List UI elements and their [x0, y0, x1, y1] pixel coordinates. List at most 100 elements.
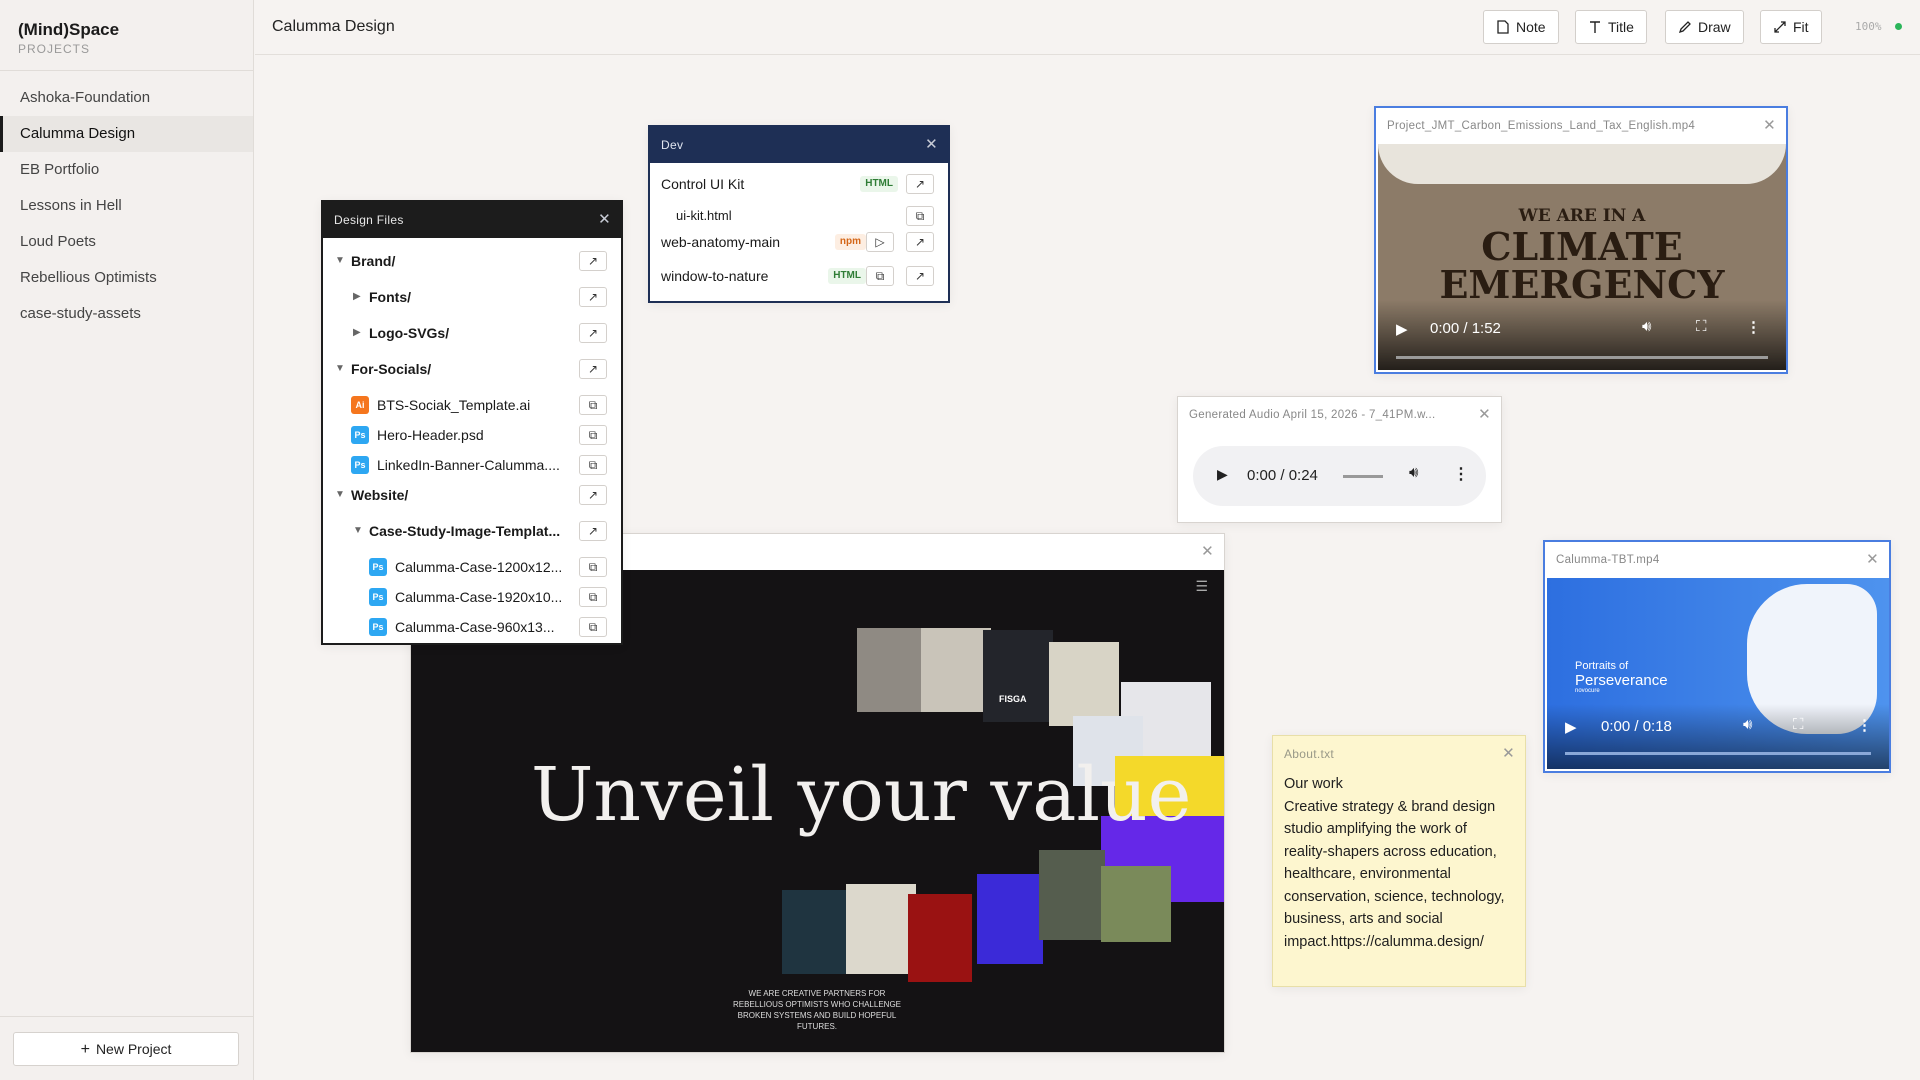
external-link-icon[interactable]: ⧉ [579, 617, 607, 637]
open-icon[interactable]: ↗ [906, 174, 934, 194]
open-folder-icon[interactable]: ↗ [579, 359, 607, 379]
chevron-down-icon[interactable]: ▼ [335, 354, 345, 384]
sidebar-item-project[interactable]: case-study-assets [0, 296, 253, 332]
dev-item[interactable]: web-anatomy-main npm ▷ ↗ [650, 227, 948, 257]
file-tree-item[interactable]: Ps Calumma-Case-1200x12... ⧉ [323, 552, 621, 582]
sidebar-item-project[interactable]: Ashoka-Foundation [0, 80, 253, 116]
external-link-icon[interactable]: ⧉ [906, 206, 934, 226]
external-link-icon[interactable]: ⧉ [579, 395, 607, 415]
file-tree-item[interactable]: ▶ Logo-SVGs/ ↗ [323, 318, 621, 348]
chevron-down-icon[interactable]: ▼ [353, 516, 363, 546]
zoom-level: 100% [1855, 20, 1882, 33]
video-time: 0:00 / 0:18 [1601, 718, 1672, 735]
file-tree-item[interactable]: ▼ Brand/ ↗ [323, 246, 621, 276]
climate-video-window[interactable]: Project_JMT_Carbon_Emissions_Land_Tax_En… [1374, 106, 1788, 374]
close-icon[interactable]: ✕ [925, 127, 938, 163]
sidebar-item-project[interactable]: Rebellious Optimists [0, 260, 253, 296]
collage-tile [1101, 866, 1171, 942]
fullscreen-icon[interactable]: ⛶ [1696, 318, 1707, 335]
sidebar-item-project[interactable]: EB Portfolio [0, 152, 253, 188]
play-icon[interactable]: ▶ [1396, 320, 1408, 338]
note-body[interactable]: Our work Creative strategy & brand desig… [1284, 773, 1514, 953]
fit-button[interactable]: Fit [1760, 10, 1822, 44]
file-tree-item[interactable]: Ai BTS-Sociak_Template.ai ⧉ [323, 390, 621, 420]
hamburger-icon[interactable]: ☰ [1195, 578, 1208, 595]
file-tree-item[interactable]: Ps Hero-Header.psd ⧉ [323, 420, 621, 450]
volume-icon[interactable]: 🔊︎ [1642, 318, 1651, 335]
file-tree-item[interactable]: Ps LinkedIn-Banner-Calumma.... ⧉ [323, 450, 621, 480]
chevron-right-icon[interactable]: ▶ [353, 282, 361, 312]
open-icon[interactable]: ↗ [906, 232, 934, 252]
video-text: novocure [1575, 688, 1600, 694]
open-folder-icon[interactable]: ↗ [579, 485, 607, 505]
play-icon[interactable]: ▷ [866, 232, 894, 252]
video-text: WE ARE IN A [1518, 206, 1646, 226]
close-icon[interactable]: ✕ [598, 202, 611, 238]
draw-button[interactable]: Draw [1665, 10, 1744, 44]
collage-tile [1039, 850, 1105, 940]
external-link-icon[interactable]: ⧉ [579, 455, 607, 475]
dev-item[interactable]: window-to-nature HTML ⧉ ↗ [650, 261, 948, 291]
file-tree-item[interactable]: ▼ For-Socials/ ↗ [323, 354, 621, 384]
close-icon[interactable]: ✕ [1763, 108, 1776, 144]
video-player[interactable]: WE ARE IN A CLIMATE EMERGENCY ▶ 0:00 / 1… [1378, 144, 1786, 370]
open-folder-icon[interactable]: ↗ [579, 251, 607, 271]
dev-item[interactable]: Control UI Kit HTML ↗ [650, 169, 948, 199]
more-icon[interactable]: ⋮ [1857, 716, 1872, 734]
file-tree-item[interactable]: ▼ Website/ ↗ [323, 480, 621, 510]
video-player[interactable]: Portraits of Perseverance novocure ▶ 0:0… [1547, 578, 1889, 769]
external-link-icon[interactable]: ⧉ [579, 557, 607, 577]
volume-icon[interactable]: 🔊︎ [1409, 464, 1418, 481]
file-tree-item[interactable]: ▼ Case-Study-Image-Templat... ↗ [323, 516, 621, 546]
close-icon[interactable]: ✕ [1866, 542, 1879, 578]
title-button[interactable]: Title [1575, 10, 1647, 44]
folder-label: Case-Study-Image-Templat... [369, 523, 561, 539]
collage-tile: FISGA [983, 630, 1053, 722]
dev-window[interactable]: Dev ✕ Control UI Kit HTML ↗ ui-kit.html ⧉ web-… [648, 125, 950, 303]
page-title: Calumma Design [272, 18, 395, 35]
chevron-down-icon[interactable]: ▼ [335, 480, 345, 510]
sidebar-item-project[interactable]: Loud Poets [0, 224, 253, 260]
sidebar-item-project[interactable]: Lessons in Hell [0, 188, 253, 224]
audio-progress[interactable] [1343, 475, 1383, 478]
progress-bar[interactable] [1396, 356, 1768, 359]
audio-window[interactable]: Generated Audio April 15, 2026 - 7_41PM.… [1177, 396, 1502, 523]
about-note-window[interactable]: About.txt ✕ Our work Creative strategy & … [1272, 735, 1526, 987]
note-button[interactable]: Note [1483, 10, 1559, 44]
file-tree-item[interactable]: Ps Calumma-Case-1920x10... ⧉ [323, 582, 621, 612]
audio-player[interactable]: ▶ 0:00 / 0:24 🔊︎ ⋮ [1193, 446, 1486, 506]
design-files-window[interactable]: Design Files ✕ ▼ Brand/ ↗ ▶ Fonts/ ↗ ▶ Logo-SVGs… [321, 200, 623, 645]
play-icon[interactable]: ▶ [1217, 466, 1228, 483]
close-icon[interactable]: ✕ [1502, 736, 1515, 772]
open-folder-icon[interactable]: ↗ [579, 521, 607, 541]
window-header: Project_JMT_Carbon_Emissions_Land_Tax_En… [1376, 108, 1786, 144]
sidebar-item-project[interactable]: Calumma Design [0, 116, 253, 152]
fullscreen-icon[interactable]: ⛶ [1793, 716, 1804, 733]
volume-icon[interactable]: 🔊︎ [1743, 716, 1752, 733]
collage-tile [857, 628, 927, 712]
folder-label: For-Socials/ [351, 361, 432, 377]
more-icon[interactable]: ⋮ [1746, 318, 1761, 336]
chevron-down-icon[interactable]: ▼ [335, 246, 345, 276]
external-link-icon[interactable]: ⧉ [579, 587, 607, 607]
external-link-icon[interactable]: ⧉ [579, 425, 607, 445]
file-tree-item[interactable]: Ps Calumma-Case-960x13... ⧉ [323, 612, 621, 642]
file-tree-item[interactable]: ▶ Fonts/ ↗ [323, 282, 621, 312]
open-folder-icon[interactable]: ↗ [579, 323, 607, 343]
close-icon[interactable]: ✕ [1478, 397, 1491, 433]
more-icon[interactable]: ⋮ [1453, 464, 1469, 484]
progress-bar[interactable] [1565, 752, 1871, 755]
close-icon[interactable]: ✕ [1201, 534, 1214, 570]
expand-icon [1774, 21, 1786, 33]
folder-label: Brand/ [351, 253, 396, 269]
open-icon[interactable]: ↗ [906, 266, 934, 286]
play-icon[interactable]: ▶ [1565, 718, 1577, 736]
tbt-video-window[interactable]: Calumma-TBT.mp4 ✕ Portraits of Perseveran… [1543, 540, 1891, 773]
new-project-button[interactable]: + New Project [13, 1032, 239, 1066]
chevron-right-icon[interactable]: ▶ [353, 318, 361, 348]
external-link-icon[interactable]: ⧉ [866, 266, 894, 286]
folder-label: Logo-SVGs/ [369, 325, 450, 341]
collage-tile [908, 894, 972, 982]
collage-tile [1049, 642, 1119, 726]
open-folder-icon[interactable]: ↗ [579, 287, 607, 307]
